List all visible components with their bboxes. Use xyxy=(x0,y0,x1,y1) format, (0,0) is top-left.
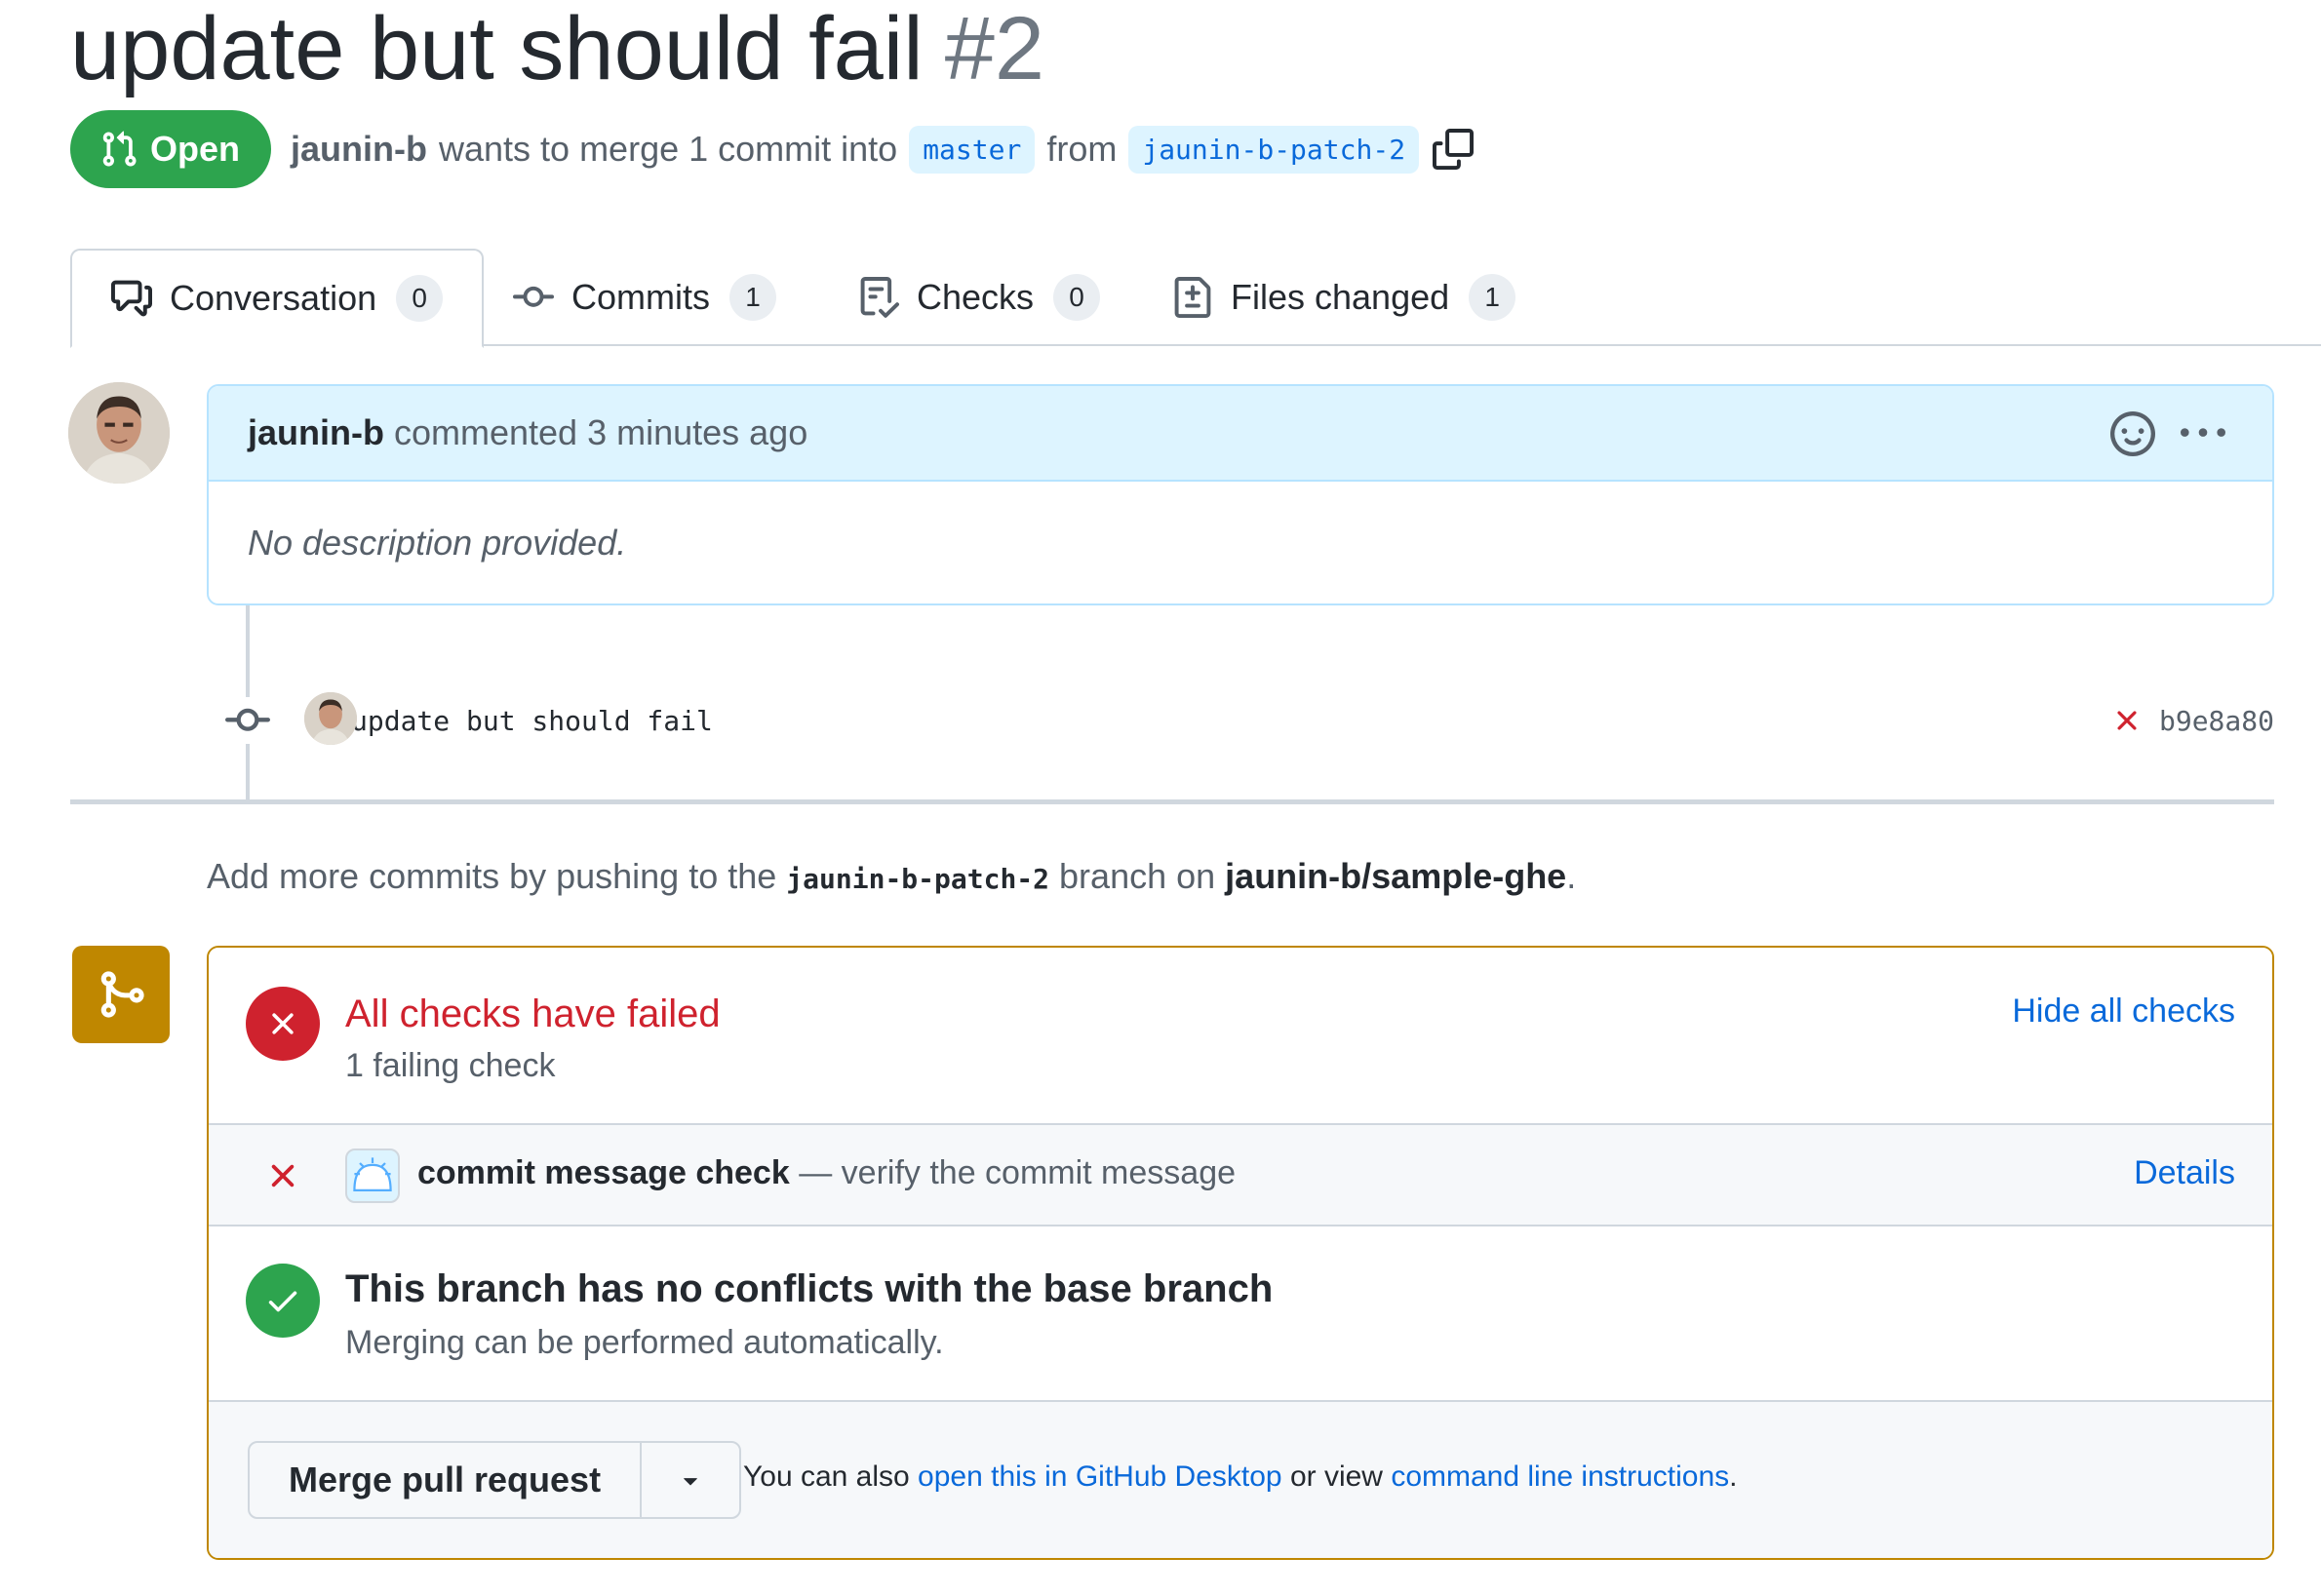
merge-pull-request-button[interactable]: Merge pull request xyxy=(250,1443,643,1517)
from-text: from xyxy=(1046,129,1118,169)
x-icon[interactable] xyxy=(2110,704,2144,737)
check-icon xyxy=(268,1291,297,1312)
tab-commits[interactable]: Commits 1 xyxy=(513,249,776,346)
triangle-down-icon xyxy=(684,1478,697,1486)
tab-files-changed-label: Files changed xyxy=(1231,277,1450,317)
pr-meta: jaunin-b wants to merge 1 commit into ma… xyxy=(291,125,1475,174)
comment-header: jaunin-b commented 3 minutes ago xyxy=(209,386,2272,482)
merge-status-icon-box xyxy=(72,946,170,1043)
commit-message-link[interactable]: update but should fail xyxy=(351,705,713,737)
merge-actions: Merge pull request You can also open thi… xyxy=(209,1402,2272,1558)
pr-title-text: update but should fail xyxy=(70,0,924,98)
no-conflicts-icon xyxy=(246,1264,320,1338)
file-diff-icon xyxy=(1174,277,1211,318)
open-in-desktop-link[interactable]: open this in GitHub Desktop xyxy=(918,1460,1282,1493)
merge-box: All checks have failed 1 failing check H… xyxy=(207,946,2274,1560)
check-details-link[interactable]: Details xyxy=(2134,1154,2235,1192)
merge-method-dropdown[interactable] xyxy=(642,1443,739,1517)
pull-request-icon xyxy=(102,131,137,167)
state-label: Open xyxy=(150,129,241,169)
note-prefix: You can also xyxy=(743,1460,910,1493)
checks-title: All checks have failed xyxy=(345,993,721,1035)
merge-button-group: Merge pull request xyxy=(248,1441,742,1519)
tab-checks-label: Checks xyxy=(917,277,1035,317)
conflicts-status: This branch has no conflicts with the ba… xyxy=(209,1226,2272,1402)
tab-conversation[interactable]: Conversation 0 xyxy=(70,249,485,348)
github-actions-icon xyxy=(353,1157,392,1191)
merge-text: wants to merge 1 commit into xyxy=(439,129,898,169)
add-more-suffix: . xyxy=(1566,856,1577,896)
commit-node xyxy=(224,697,271,744)
kebab-horizontal-icon[interactable] xyxy=(2181,411,2225,456)
avatar-image xyxy=(68,382,170,484)
comment-meta[interactable]: commented 3 minutes ago xyxy=(394,412,807,453)
tab-commits-label: Commits xyxy=(571,277,710,317)
comment-discussion-icon xyxy=(111,280,152,317)
tab-files-changed-count: 1 xyxy=(1469,274,1516,321)
avatar-image xyxy=(304,692,357,745)
add-more-middle: branch on xyxy=(1059,856,1216,896)
add-more-repo-link[interactable]: jaunin-b/sample-ghe xyxy=(1225,856,1566,896)
timeline-commit-row: update but should fail b9e8a80 xyxy=(224,686,2274,755)
conflicts-subtitle: Merging can be performed automatically. xyxy=(345,1324,944,1361)
x-icon xyxy=(271,1164,295,1187)
commit-author-avatar[interactable] xyxy=(304,692,357,745)
note-middle: or view xyxy=(1289,1460,1383,1493)
command-line-instructions-link[interactable]: command line instructions xyxy=(1391,1460,1729,1493)
tab-conversation-label: Conversation xyxy=(170,278,377,318)
base-branch-label[interactable]: master xyxy=(909,125,1036,174)
comment-author-avatar[interactable] xyxy=(68,382,170,484)
pr-description-comment: jaunin-b commented 3 minutes ago No desc… xyxy=(207,384,2274,605)
checks-failed-icon xyxy=(246,987,320,1061)
git-commit-icon xyxy=(513,286,554,307)
comment-author[interactable]: jaunin-b xyxy=(248,412,384,453)
note-suffix: . xyxy=(1729,1460,1738,1493)
tab-checks[interactable]: Checks 0 xyxy=(858,249,1101,346)
tab-conversation-count: 0 xyxy=(396,275,444,322)
state-badge: Open xyxy=(70,110,272,188)
git-merge-icon xyxy=(100,971,144,1018)
pr-state-row: Open jaunin-b wants to merge 1 commit in… xyxy=(70,110,1475,188)
add-more-branch: jaunin-b-patch-2 xyxy=(786,863,1050,895)
smiley-icon[interactable] xyxy=(2110,411,2155,456)
timeline-divider xyxy=(70,799,2274,804)
checklist-icon xyxy=(860,277,899,318)
checks-summary: All checks have failed 1 failing check H… xyxy=(209,948,2272,1123)
pr-tabs: Conversation 0 Commits 1 Checks 0 Files … xyxy=(70,249,2321,348)
check-item: commit message check — verify the commit… xyxy=(209,1123,2272,1226)
check-description: commit message check — verify the commit… xyxy=(417,1154,1236,1192)
check-app-avatar xyxy=(345,1148,400,1203)
checks-subtitle: 1 failing check xyxy=(345,1047,556,1084)
head-branch-label[interactable]: jaunin-b-patch-2 xyxy=(1128,125,1420,174)
tab-checks-count: 0 xyxy=(1053,274,1101,321)
merge-alternatives-note: You can also open this in GitHub Desktop… xyxy=(743,1460,1737,1494)
tab-files-changed[interactable]: Files changed 1 xyxy=(1172,249,1516,346)
copy-icon[interactable] xyxy=(1433,129,1475,170)
add-more-commits-note: Add more commits by pushing to the jauni… xyxy=(207,856,1576,897)
pr-number: #2 xyxy=(944,0,1045,98)
hide-all-checks-button[interactable]: Hide all checks xyxy=(2012,993,2235,1031)
comment-actions xyxy=(2085,411,2225,456)
pr-title: update but should fail #2 xyxy=(70,0,1044,97)
tab-commits-count: 1 xyxy=(729,274,776,321)
check-desc: — verify the commit message xyxy=(799,1154,1237,1191)
comment-body: No description provided. xyxy=(248,523,627,563)
commit-status: b9e8a80 xyxy=(2110,686,2274,755)
git-commit-icon xyxy=(225,708,270,731)
check-name: commit message check xyxy=(417,1154,790,1191)
pr-author-link[interactable]: jaunin-b xyxy=(291,129,427,170)
conflicts-title: This branch has no conflicts with the ba… xyxy=(345,1267,1274,1310)
add-more-prefix: Add more commits by pushing to the xyxy=(207,856,777,896)
commit-sha-link[interactable]: b9e8a80 xyxy=(2159,705,2274,737)
x-icon xyxy=(272,1013,294,1034)
